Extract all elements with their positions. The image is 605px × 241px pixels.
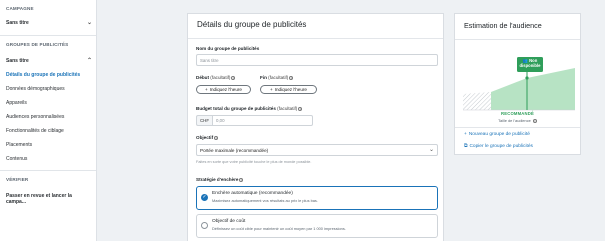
budget-label: Budget total du groupe de publicités (fa…: [196, 106, 303, 111]
divider: [455, 127, 580, 128]
sidebar-item-details[interactable]: Détails du groupe de publicités: [6, 72, 92, 78]
sidebar-item-custom-audiences[interactable]: Audiences personnalisées: [6, 114, 92, 120]
end-time-button[interactable]: + Indiquez l'heure: [260, 85, 317, 94]
audience-size-label: Taille de l'audience i: [498, 118, 537, 123]
chevron-down-icon: ⌄: [428, 147, 434, 153]
ad-group-name-input[interactable]: Sans titre: [196, 54, 438, 66]
sidebar-item-placements[interactable]: Placements: [6, 142, 92, 148]
sidebar-item-adgroup[interactable]: Sans titre ⌃: [6, 58, 92, 64]
sidebar-item-demographics[interactable]: Données démographiques: [6, 86, 92, 92]
name-label: Nom du groupe de publicités: [196, 46, 260, 51]
info-icon: i: [289, 75, 294, 80]
info-icon: i: [298, 106, 303, 111]
info-icon: i: [214, 135, 219, 140]
end-label: Fin (facultatif) i: [260, 75, 294, 80]
section-label-campaign: CAMPAGNE: [6, 6, 34, 11]
bid-option-cost-target[interactable]: Objectif de coût Définissez un coût cibl…: [196, 214, 438, 238]
gauge-fill-area: [491, 68, 575, 110]
gauge-marker-dot: [525, 76, 529, 80]
section-label-adgroups: GROUPES DE PUBLICITÉS: [6, 42, 69, 47]
plus-icon: +: [270, 87, 273, 92]
budget-input[interactable]: 0,00: [212, 115, 313, 126]
chevron-down-icon: ⌄: [86, 20, 92, 26]
sidebar-item-contents[interactable]: Contenus: [6, 156, 92, 162]
chevron-up-icon: ⌃: [86, 58, 92, 64]
badge-text: 👥 Non disponible: [517, 58, 543, 68]
sidebar-item-label: Sans titre: [6, 58, 29, 64]
info-icon: i: [532, 118, 537, 123]
start-time-button[interactable]: + Indiquez l'heure: [196, 85, 251, 94]
start-label: Début (facultatif) i: [196, 75, 236, 80]
radio-checked-icon: ✓: [201, 194, 208, 201]
new-ad-group-link[interactable]: + Nouveau groupe de publicité: [464, 132, 530, 137]
sidebar-item-label: Sans titre: [6, 20, 29, 26]
copy-icon: ⧉: [464, 144, 468, 149]
bid-strategy-label: Stratégie d'enchère i: [196, 177, 244, 182]
plus-icon: +: [205, 87, 208, 92]
section-label-verify: VÉRIFIER: [6, 177, 29, 182]
recommended-label: RECOMMANDÉ: [501, 111, 534, 116]
copy-ad-group-link[interactable]: ⧉ Copier le groupe de publicités: [464, 143, 533, 150]
sidebar-item-devices[interactable]: Appareils: [6, 100, 92, 106]
estimate-title: Estimation de l'audience: [464, 21, 542, 30]
sidebar: CAMPAGNE Sans titre ⌄ GROUPES DE PUBLICI…: [0, 0, 97, 241]
objective-label: Objectif i: [196, 135, 219, 140]
bid-option-auto[interactable]: ✓ Enchère automatique (recommandée) Maxi…: [196, 186, 438, 210]
divider: [0, 170, 96, 171]
panel-title: Détails du groupe de publicités: [197, 20, 307, 29]
audience-estimate-panel: Estimation de l'audience 👥 Non disponibl…: [454, 13, 581, 155]
badge-line-2: disponible: [519, 63, 541, 68]
info-icon: i: [231, 75, 236, 80]
radio-unchecked-icon: [201, 222, 208, 229]
sidebar-item-review-launch[interactable]: Passer en revue et lancer la campa...: [6, 193, 92, 205]
info-icon: i: [239, 177, 244, 182]
objective-select[interactable]: Portée maximale (recommandée) ⌄: [196, 144, 438, 156]
divider: [0, 35, 96, 36]
divider: [455, 39, 580, 40]
divider: [188, 38, 443, 39]
gauge-hatched-area: [463, 92, 491, 110]
sidebar-item-targeting[interactable]: Fonctionnalités de ciblage: [6, 128, 92, 134]
sidebar-item-campaign[interactable]: Sans titre ⌄: [6, 20, 92, 26]
objective-hint: Faites en sorte que votre publicité touc…: [196, 160, 312, 164]
plus-icon: +: [464, 132, 467, 137]
currency-prefix: CHF: [196, 115, 212, 126]
